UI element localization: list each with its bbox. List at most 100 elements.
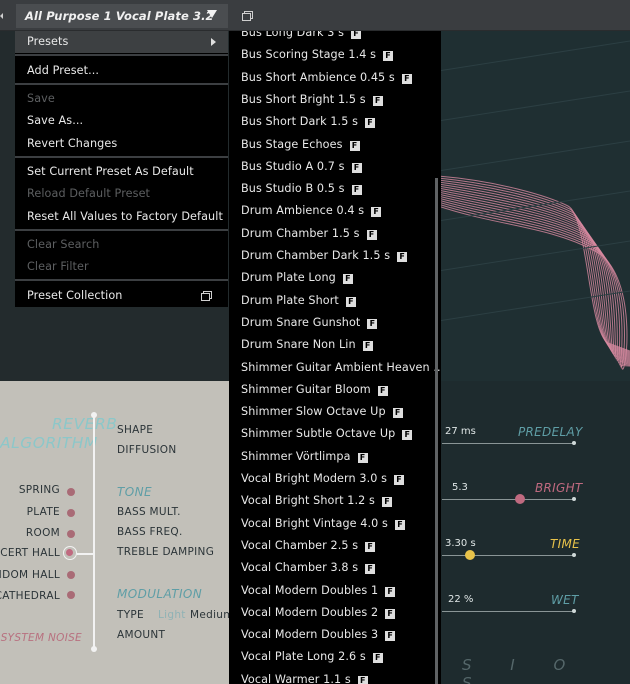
- preset-item-label: Bus Short Ambience 0.45 s: [241, 70, 395, 84]
- bright-slider[interactable]: [442, 499, 574, 500]
- preset-item[interactable]: Shimmer Guitar Bloom F: [241, 379, 388, 401]
- chevron-down-icon[interactable]: [207, 10, 217, 18]
- wet-value: 22 %: [448, 594, 474, 605]
- factory-badge-icon: F: [365, 564, 376, 575]
- menu-item-set-default[interactable]: Set Current Preset As Default: [15, 161, 228, 183]
- preset-item[interactable]: Drum Ambience 0.4 s F: [241, 200, 382, 222]
- preset-item-label: Drum Snare Non Lin: [241, 338, 356, 352]
- preset-item[interactable]: Bus Short Bright 1.5 s F: [241, 89, 383, 111]
- preset-item[interactable]: Vocal Chamber 2.5 s F: [241, 535, 376, 557]
- algorithm-random-hall[interactable]: RANDOM HALL: [0, 569, 60, 581]
- algorithm-dot-spring[interactable]: [67, 488, 75, 496]
- factory-badge-icon: F: [357, 675, 368, 684]
- preset-item[interactable]: Bus Short Ambience 0.45 s F: [241, 67, 412, 89]
- wet-slider[interactable]: [442, 611, 574, 612]
- algorithm-spring[interactable]: SPRING: [19, 484, 60, 496]
- system-noise-label[interactable]: SYSTEM NOISE: [0, 632, 82, 644]
- menu-item-revert-changes[interactable]: Revert Changes: [15, 133, 228, 155]
- preset-item[interactable]: Vocal Plate Long 2.6 s F: [241, 646, 383, 668]
- decay-curve-line: [438, 203, 630, 368]
- factory-badge-icon: F: [345, 296, 356, 307]
- bright-slider-end: [572, 497, 576, 501]
- graph-grid-line: [438, 40, 630, 72]
- bass-freq-label: BASS FREQ.: [117, 526, 183, 538]
- algorithm-selected-ring[interactable]: [63, 546, 77, 560]
- preset-item[interactable]: Drum Plate Long F: [241, 267, 353, 289]
- algorithm-room[interactable]: ROOM: [26, 527, 60, 539]
- algorithm-list: SPRING PLATE ROOM CONCERT HALL RANDOM HA…: [0, 482, 60, 622]
- preset-item-label: Shimmer Guitar Bloom: [241, 382, 371, 396]
- preset-item[interactable]: Bus Studio A 0.7 s F: [241, 156, 362, 178]
- preset-item[interactable]: Shimmer Slow Octave Up F: [241, 401, 403, 423]
- menu-item-save-as[interactable]: Save As...: [15, 110, 228, 132]
- preset-item[interactable]: Vocal Modern Doubles 1 F: [241, 580, 396, 602]
- predelay-slider-end: [572, 441, 576, 445]
- time-slider[interactable]: [442, 555, 574, 556]
- preset-item[interactable]: Vocal Bright Vintage 4.0 s F: [241, 513, 405, 535]
- time-slider-knob[interactable]: [465, 550, 475, 560]
- preset-item[interactable]: Vocal Bright Short 1.2 s F: [241, 490, 392, 512]
- divider-bottom-cap: [91, 646, 97, 652]
- previous-arrow-icon[interactable]: [0, 13, 3, 19]
- preset-item[interactable]: Bus Short Dark 1.5 s F: [241, 111, 376, 133]
- preset-item[interactable]: Bus Stage Echoes F: [241, 134, 360, 156]
- menu-item-save: Save: [27, 92, 55, 105]
- preset-item[interactable]: Shimmer Subtle Octave Up F: [241, 423, 413, 445]
- preset-item[interactable]: Vocal Bright Modern 3.0 s F: [241, 468, 405, 490]
- factory-badge-icon: F: [385, 586, 396, 597]
- time-label: TIME: [550, 537, 581, 551]
- preset-item[interactable]: Drum Plate Short F: [241, 290, 356, 312]
- preset-item[interactable]: Drum Chamber 1.5 s F: [241, 223, 377, 245]
- menu-item-presets[interactable]: Presets: [15, 31, 228, 53]
- preset-item[interactable]: Vocal Warmer 1.1 s F: [241, 669, 368, 684]
- algorithm-concert-hall[interactable]: CONCERT HALL: [0, 547, 60, 559]
- predelay-slider[interactable]: [442, 443, 574, 444]
- factory-badge-icon: F: [365, 118, 376, 129]
- presets-submenu: Bus Long Dark 3 s F Bus Scoring Stage 1.4 …: [229, 31, 441, 684]
- preset-item[interactable]: Shimmer Vörtlimpa F: [241, 446, 368, 468]
- algorithm-dot-room[interactable]: [67, 530, 75, 538]
- factory-badge-icon: F: [372, 95, 383, 106]
- preset-item[interactable]: Drum Snare Non Lin F: [241, 334, 373, 356]
- preset-item[interactable]: Shimmer Guitar Ambient Heaven ...: [241, 357, 441, 379]
- menu-item-preset-collection[interactable]: Preset Collection: [15, 285, 228, 307]
- preset-item-label: Drum Chamber 1.5 s: [241, 226, 360, 240]
- preset-item-label: Bus Studio A 0.7 s: [241, 159, 345, 173]
- bright-slider-knob[interactable]: [515, 494, 525, 504]
- algorithm-dot-random-hall[interactable]: [67, 571, 75, 579]
- menu-item-clear-filter: Clear Filter: [27, 260, 89, 273]
- preset-item[interactable]: Vocal Modern Doubles 2 F: [241, 602, 396, 624]
- bass-mult-label: BASS MULT.: [117, 506, 181, 518]
- menu-item-clear-search: Clear Search: [27, 238, 100, 251]
- algorithm-cathedral[interactable]: CATHEDRAL: [0, 590, 60, 602]
- presets-scrollbar[interactable]: [435, 178, 438, 684]
- factory-badge-icon: F: [385, 608, 396, 619]
- menu-separator: [15, 279, 228, 281]
- menu-item-reset-factory[interactable]: Reset All Values to Factory Default: [15, 206, 228, 228]
- preset-item[interactable]: Drum Snare Gunshot F: [241, 312, 378, 334]
- preset-item[interactable]: Bus Studio B 0.5 s F: [241, 178, 362, 200]
- window-icon[interactable]: [242, 11, 253, 21]
- preset-item-label: Shimmer Vörtlimpa: [241, 449, 351, 463]
- preset-item[interactable]: Vocal Chamber 3.8 s F: [241, 557, 376, 579]
- type-medium-option[interactable]: Medium: [190, 609, 234, 621]
- tone-title: TONE: [117, 485, 152, 499]
- menu-item-add-preset[interactable]: Add Preset...: [15, 60, 228, 82]
- factory-badge-icon: F: [351, 31, 362, 39]
- type-light-option[interactable]: Light: [158, 609, 186, 621]
- preset-item[interactable]: Bus Long Dark 3 s F: [241, 31, 362, 44]
- menu-separator: [15, 83, 228, 85]
- preset-name-dropdown[interactable]: All Purpose 1 Vocal Plate 3.2 ...: [16, 4, 228, 47]
- preset-item[interactable]: Vocal Modern Doubles 3 F: [241, 624, 396, 646]
- factory-badge-icon: F: [397, 252, 408, 262]
- algorithm-plate[interactable]: PLATE: [27, 506, 60, 518]
- algorithm-dot-plate[interactable]: [67, 509, 75, 517]
- divider-top-cap: [91, 412, 97, 418]
- preset-item-label: Vocal Chamber 3.8 s: [241, 561, 359, 575]
- menu-separator: [15, 229, 228, 231]
- preset-item[interactable]: Drum Chamber Dark 1.5 s F: [241, 245, 408, 267]
- shape-label: SHAPE: [117, 424, 154, 436]
- treble-damping-label: TREBLE DAMPING: [117, 546, 215, 558]
- algorithm-dot-cathedral[interactable]: [67, 591, 75, 599]
- preset-item[interactable]: Bus Scoring Stage 1.4 s F: [241, 44, 394, 66]
